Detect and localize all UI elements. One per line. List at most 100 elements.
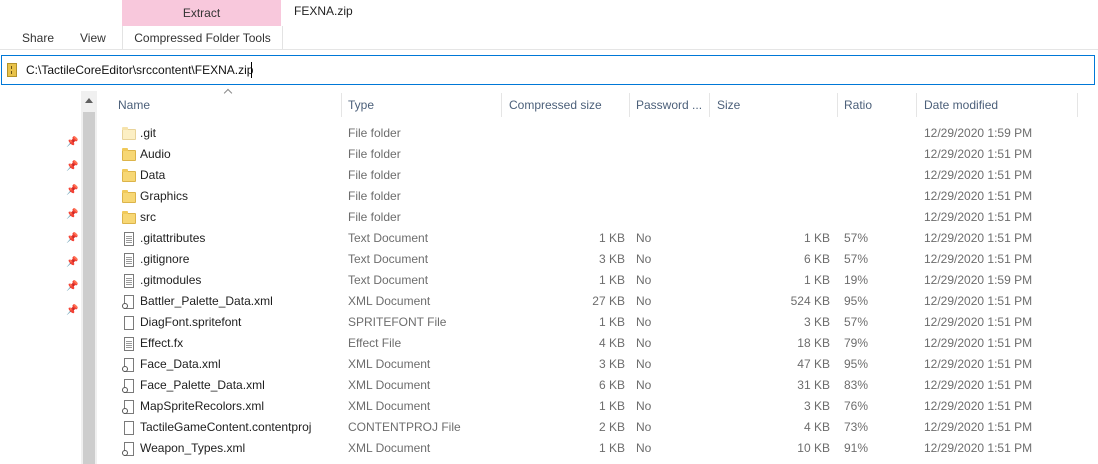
pin-icon[interactable]: 📌: [66, 185, 78, 197]
pin-icon[interactable]: 📌: [66, 137, 78, 149]
file-type: File folder: [348, 189, 401, 203]
address-path[interactable]: C:\TactileCoreEditor\srccontent\FEXNA.zi…: [26, 56, 253, 84]
file-compressed-size: 1 KB: [598, 315, 625, 329]
file-type: XML Document: [348, 294, 431, 308]
pin-icon[interactable]: 📌: [66, 257, 78, 269]
file-password: No: [636, 336, 652, 350]
tab-view[interactable]: View: [80, 26, 106, 50]
table-row[interactable]: .gitattributes Text Document 1 KB No 1 KB 57%…: [104, 228, 1098, 249]
pin-icon[interactable]: 📌: [66, 305, 78, 317]
table-row[interactable]: TactileGameContent.contentproj CONTENTPRO…: [104, 417, 1098, 438]
file-ratio: 91%: [844, 441, 869, 455]
file-compressed-size: 1 KB: [598, 231, 625, 245]
file-compressed-size: [509, 165, 625, 186]
file-size: 18 KB: [797, 336, 830, 350]
file-date-modified: 12/29/2020 1:51 PM: [924, 378, 1033, 392]
pin-icon[interactable]: 📌: [66, 209, 78, 221]
file-ratio: 95%: [844, 294, 869, 308]
file-date-modified: 12/29/2020 1:51 PM: [924, 231, 1033, 245]
table-row[interactable]: MapSpriteRecolors.xml XML Document 1 KB No 3…: [104, 396, 1098, 417]
column-divider[interactable]: [916, 93, 917, 117]
xml-document-icon: [122, 378, 136, 394]
file-ratio: 19%: [844, 273, 869, 287]
column-header-compressed-size[interactable]: Compressed size: [509, 91, 602, 119]
column-divider[interactable]: [709, 93, 710, 117]
file-date-modified: 12/29/2020 1:51 PM: [924, 357, 1033, 371]
file-password: No: [636, 441, 652, 455]
column-header-type[interactable]: Type: [348, 91, 374, 119]
file-size: 1 KB: [803, 273, 830, 287]
file-name: Audio: [140, 147, 171, 161]
column-divider[interactable]: [837, 93, 838, 117]
table-row[interactable]: .gitignore Text Document 3 KB No 6 KB 57% 12/2…: [104, 249, 1098, 270]
file-date-modified: 12/29/2020 1:51 PM: [924, 168, 1033, 182]
file-compressed-size: 3 KB: [598, 357, 625, 371]
column-divider[interactable]: [341, 93, 342, 117]
file-name: MapSpriteRecolors.xml: [140, 399, 265, 413]
file-type: XML Document: [348, 378, 431, 392]
table-row[interactable]: Effect.fx Effect File 4 KB No 18 KB 79% 12/29/…: [104, 333, 1098, 354]
scroll-up-arrow-icon[interactable]: [81, 93, 97, 109]
file-ratio: 57%: [844, 252, 869, 266]
column-divider[interactable]: [501, 93, 502, 117]
window-title: FEXNA.zip: [294, 4, 353, 18]
file-type: Text Document: [348, 273, 429, 287]
file-name: .gitattributes: [140, 231, 206, 245]
column-header-password[interactable]: Password ...: [636, 91, 702, 119]
folder-icon: [122, 189, 136, 205]
file-name: .gitmodules: [140, 273, 202, 287]
file-name: src: [140, 210, 156, 224]
folder-icon: [122, 210, 136, 226]
file-name: DiagFont.spritefont: [140, 315, 242, 329]
text-document-icon: [122, 231, 136, 247]
table-row[interactable]: src File folder 12/29/2020 1:51 PM: [104, 207, 1098, 228]
column-header-size[interactable]: Size: [717, 91, 740, 119]
file-compressed-size: [509, 144, 625, 165]
address-bar[interactable]: C:\TactileCoreEditor\srccontent\FEXNA.zi…: [1, 55, 1095, 85]
file-password: No: [636, 294, 652, 308]
file-compressed-size: [509, 186, 625, 207]
file-type: SPRITEFONT File: [348, 315, 447, 329]
table-row[interactable]: Battler_Palette_Data.xml XML Document 27 K…: [104, 291, 1098, 312]
table-row[interactable]: .gitmodules Text Document 1 KB No 1 KB 19% 12/…: [104, 270, 1098, 291]
table-row[interactable]: Face_Data.xml XML Document 3 KB No 47 KB 95% 1…: [104, 354, 1098, 375]
tab-share[interactable]: Share: [22, 26, 54, 50]
file-date-modified: 12/29/2020 1:59 PM: [924, 273, 1033, 287]
column-header-date-modified[interactable]: Date modified: [924, 91, 998, 119]
file-size: 10 KB: [797, 441, 830, 455]
file-name: TactileGameContent.contentproj: [140, 420, 312, 434]
column-header-name[interactable]: Name: [118, 91, 150, 119]
xml-document-icon: [122, 441, 136, 457]
file-date-modified: 12/29/2020 1:51 PM: [924, 252, 1033, 266]
nav-scrollbar-thumb[interactable]: [83, 112, 95, 464]
file-compressed-size: 4 KB: [598, 336, 625, 350]
table-row[interactable]: Weapon_Types.xml XML Document 1 KB No 10 KB 9…: [104, 438, 1098, 459]
file-type: Text Document: [348, 231, 429, 245]
column-divider[interactable]: [629, 93, 630, 117]
table-row[interactable]: .git File folder 12/29/2020 1:59 PM: [104, 123, 1098, 144]
file-type: CONTENTPROJ File: [348, 420, 461, 434]
table-row[interactable]: DiagFont.spritefont SPRITEFONT File 1 KB No…: [104, 312, 1098, 333]
file-size: [717, 144, 830, 165]
table-row[interactable]: Data File folder 12/29/2020 1:51 PM: [104, 165, 1098, 186]
pin-icon[interactable]: 📌: [66, 161, 78, 173]
file-size: [717, 123, 830, 144]
file-name: Weapon_Types.xml: [140, 441, 246, 455]
table-row[interactable]: Face_Palette_Data.xml XML Document 6 KB No 3…: [104, 375, 1098, 396]
file-date-modified: 12/29/2020 1:51 PM: [924, 210, 1033, 224]
table-row[interactable]: Audio File folder 12/29/2020 1:51 PM: [104, 144, 1098, 165]
table-row[interactable]: Graphics File folder 12/29/2020 1:51 PM: [104, 186, 1098, 207]
column-header-ratio[interactable]: Ratio: [844, 91, 872, 119]
file-password: No: [636, 420, 652, 434]
file-date-modified: 12/29/2020 1:51 PM: [924, 189, 1033, 203]
file-size: [717, 165, 830, 186]
pin-icon[interactable]: 📌: [66, 281, 78, 293]
file-size: 1 KB: [803, 231, 830, 245]
ribbon-divider: [0, 49, 1098, 50]
file-compressed-size: 2 KB: [598, 420, 625, 434]
pin-icon[interactable]: 📌: [66, 233, 78, 245]
file-ratio: 76%: [844, 399, 869, 413]
column-divider[interactable]: [1077, 93, 1078, 117]
file-ratio: 73%: [844, 420, 869, 434]
tab-compressed-folder-tools[interactable]: Compressed Folder Tools: [122, 26, 283, 50]
